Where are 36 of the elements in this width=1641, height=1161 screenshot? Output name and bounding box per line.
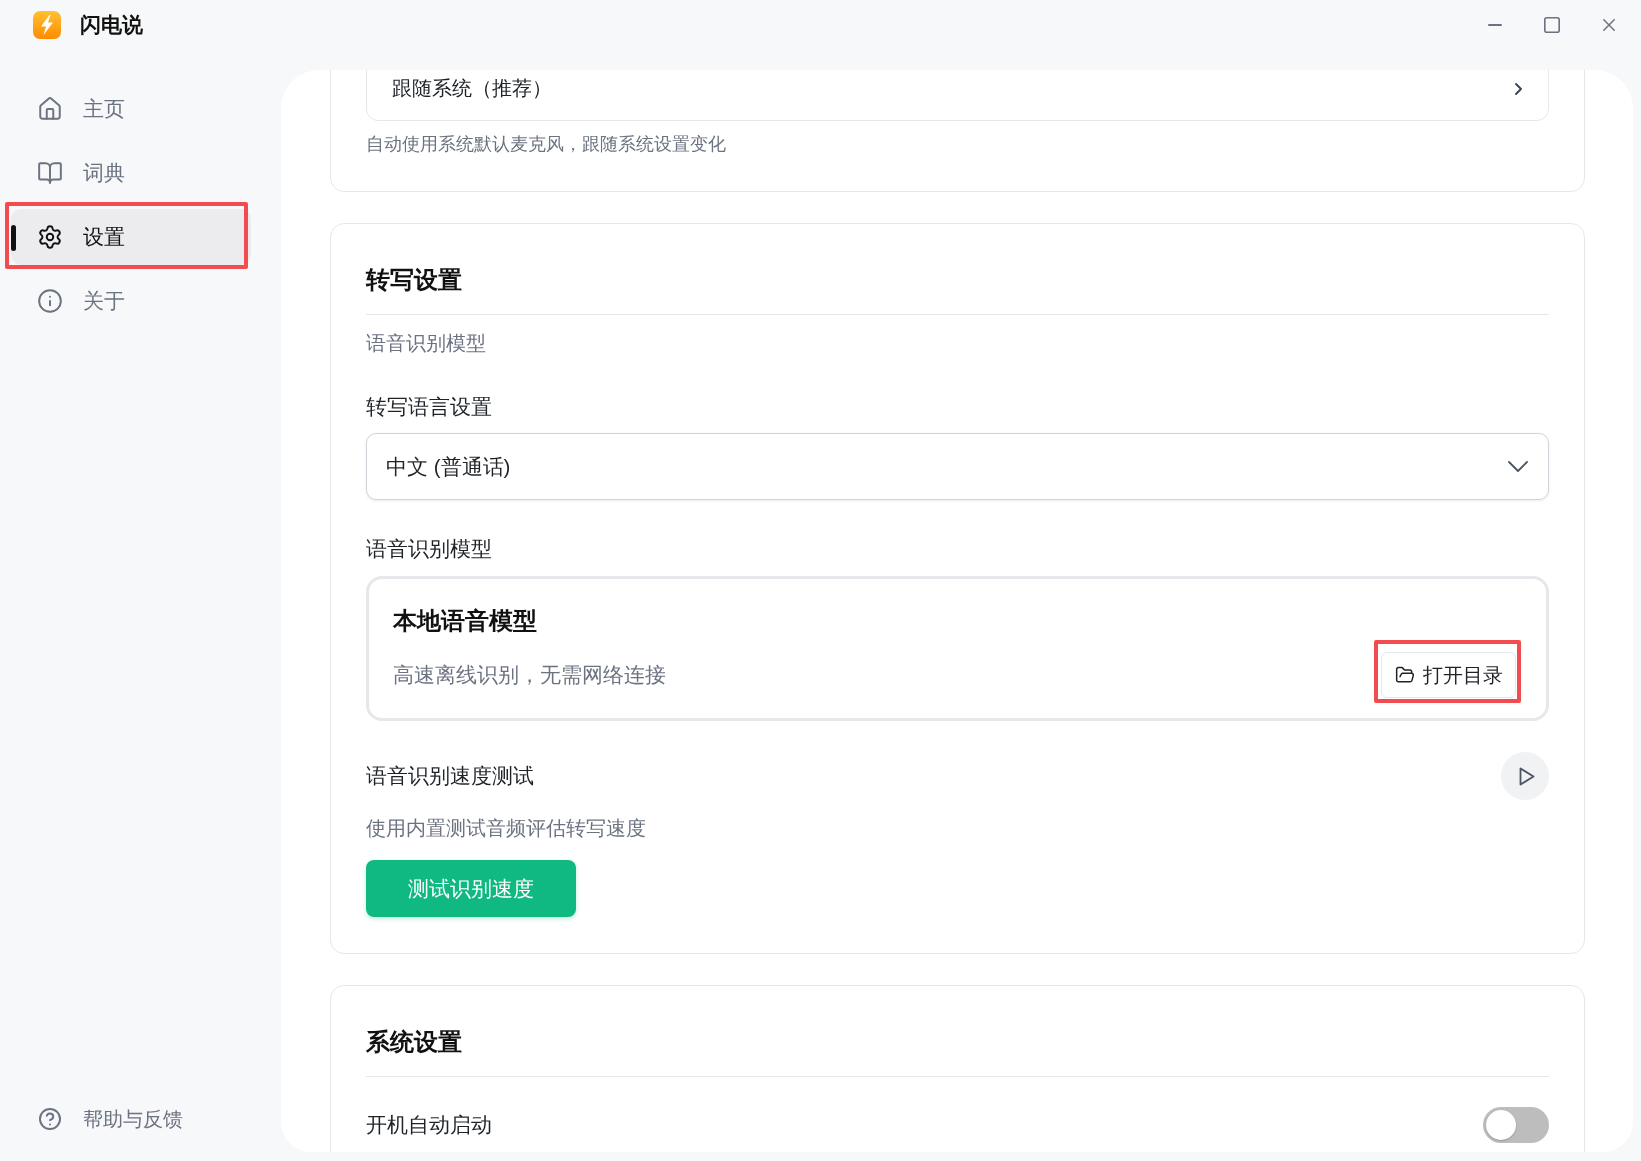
sidebar-item[interactable]: 设置 bbox=[11, 209, 251, 265]
chevron-down-icon bbox=[1508, 461, 1528, 472]
model-name: 本地语音模型 bbox=[393, 606, 538, 636]
maximize-icon[interactable] bbox=[1543, 17, 1560, 33]
section-subtitle: 语音识别模型 bbox=[366, 331, 487, 355]
help-feedback-button[interactable]: 帮助与反馈 bbox=[11, 1099, 251, 1139]
close-icon[interactable] bbox=[1602, 19, 1615, 31]
play-icon bbox=[1519, 766, 1535, 786]
info-icon bbox=[37, 288, 63, 314]
hint-text: 自动使用系统默认麦克风，跟随系统设置变化 bbox=[366, 133, 727, 155]
setting-label: 开机自动启动 bbox=[366, 1112, 492, 1138]
sidebar-item[interactable]: 主页 bbox=[11, 81, 251, 137]
toggle-switch[interactable] bbox=[1483, 1107, 1549, 1143]
settings-icon bbox=[37, 224, 63, 250]
language-select[interactable]: 中文 (普通话) bbox=[366, 433, 1549, 500]
sidebar-item[interactable]: 关于 bbox=[11, 273, 251, 329]
hint-text: 使用内置测试音频评估转写速度 bbox=[366, 816, 647, 840]
device-select[interactable]: 跟随系统（推荐） bbox=[366, 70, 1549, 121]
model-description: 高速离线识别，无需网络连接 bbox=[393, 662, 666, 688]
field-label: 转写语言设置 bbox=[366, 394, 493, 420]
book-icon bbox=[37, 160, 63, 186]
minimize-icon[interactable] bbox=[1487, 24, 1502, 26]
folder-icon bbox=[1394, 665, 1415, 685]
chevron-right-icon bbox=[1515, 82, 1522, 95]
section-title: 转写设置 bbox=[366, 265, 463, 295]
app-title: 闪电说 bbox=[80, 12, 143, 38]
section-title: 系统设置 bbox=[366, 1027, 463, 1057]
test-speed-button[interactable]: 测试识别速度 bbox=[366, 860, 576, 917]
play-button[interactable] bbox=[1501, 752, 1549, 800]
home-icon bbox=[37, 96, 63, 122]
open-folder-button[interactable]: 打开目录 bbox=[1381, 652, 1516, 698]
field-label: 语音识别模型 bbox=[366, 536, 493, 562]
help-icon bbox=[39, 1108, 61, 1130]
speed-test-label: 语音识别速度测试 bbox=[366, 763, 534, 789]
lightning-logo-icon bbox=[33, 11, 61, 39]
sidebar-item[interactable]: 词典 bbox=[11, 145, 251, 201]
